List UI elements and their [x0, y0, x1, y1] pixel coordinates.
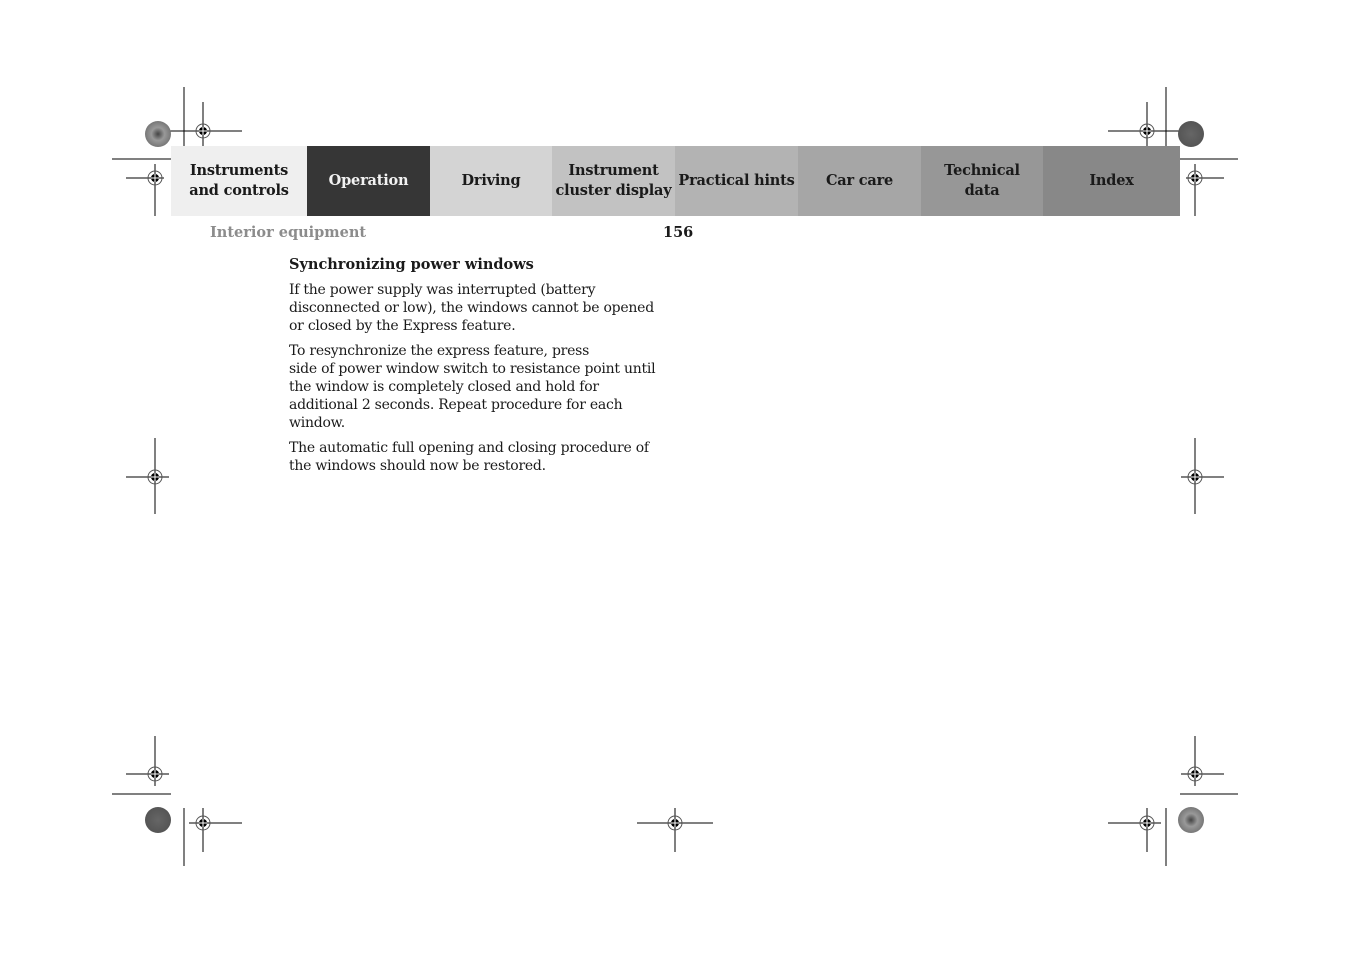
- tab-car-care[interactable]: Car care: [798, 146, 921, 216]
- tab-label: Practical hints: [678, 172, 795, 189]
- page-number: 156: [663, 224, 694, 241]
- tab-label: Instrument cluster display: [555, 162, 672, 199]
- tab-label: Index: [1089, 172, 1134, 189]
- paragraph: To resynchronize the express feature, pr…: [289, 343, 656, 431]
- tab-index[interactable]: Index: [1043, 146, 1180, 216]
- tab-instrument-cluster-display[interactable]: Instrument cluster display: [552, 146, 675, 216]
- tab-label: Driving: [461, 172, 521, 189]
- tab-driving[interactable]: Driving: [430, 146, 552, 216]
- chapter-tabs: Instruments and controls Operation Drivi…: [171, 146, 1180, 216]
- tab-label: Operation: [328, 172, 409, 189]
- tab-label: Technical data: [944, 162, 1020, 199]
- print-registration-marks: [112, 87, 1238, 866]
- tab-instruments-and-controls[interactable]: Instruments and controls: [171, 146, 307, 216]
- tab-label: Car care: [825, 172, 894, 189]
- tab-practical-hints[interactable]: Practical hints: [675, 146, 798, 216]
- tab-technical-data[interactable]: Technical data: [921, 146, 1043, 216]
- paragraph: If the power supply was interrupted (bat…: [289, 282, 654, 334]
- tab-label: Instruments and controls: [189, 162, 289, 199]
- section-title: Interior equipment: [210, 224, 367, 241]
- article-heading: Synchronizing power windows: [289, 256, 534, 273]
- tab-operation[interactable]: Operation: [307, 146, 430, 216]
- paragraph: The automatic full opening and closing p…: [289, 440, 649, 475]
- article-body: Synchronizing power windows If the power…: [289, 256, 661, 484]
